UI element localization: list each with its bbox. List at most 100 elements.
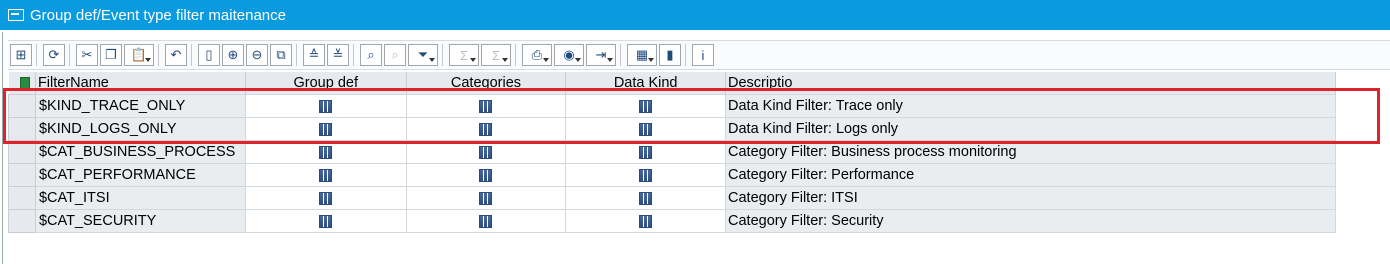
group-def-cell[interactable] bbox=[244, 140, 407, 164]
toolbar-separator bbox=[296, 44, 297, 66]
layout-settings-icon[interactable] bbox=[19, 77, 30, 90]
description-cell[interactable]: Data Kind Filter: Logs only bbox=[725, 117, 1336, 141]
table-details-icon[interactable] bbox=[319, 145, 333, 159]
table-row[interactable]: $CAT_SECURITY Category Filter: Security bbox=[8, 209, 1336, 233]
table-details-icon[interactable] bbox=[319, 214, 333, 228]
data-kind-cell[interactable] bbox=[565, 140, 726, 164]
group-def-cell[interactable] bbox=[244, 117, 407, 141]
table-details-icon[interactable] bbox=[479, 99, 493, 113]
description-cell[interactable]: Category Filter: Business process monito… bbox=[725, 140, 1336, 164]
views-button[interactable]: ◉ bbox=[554, 44, 584, 66]
table-details-icon[interactable] bbox=[319, 191, 333, 205]
filter-name-cell[interactable]: $KIND_TRACE_ONLY bbox=[34, 94, 246, 118]
column-header-filtername[interactable]: FilterName bbox=[35, 72, 246, 95]
table-details-icon[interactable] bbox=[319, 168, 333, 182]
table-row[interactable]: $KIND_LOGS_ONLY Data Kind Filter: Logs on… bbox=[8, 117, 1336, 141]
details-button[interactable]: ⊞ bbox=[10, 44, 32, 66]
table-details-icon[interactable] bbox=[479, 214, 493, 228]
data-kind-cell[interactable] bbox=[565, 163, 726, 187]
export-button[interactable]: ⇥ bbox=[586, 44, 616, 66]
data-kind-cell[interactable] bbox=[565, 117, 726, 141]
table-details-icon[interactable] bbox=[479, 122, 493, 136]
delete-row-button[interactable]: ⊖ bbox=[246, 44, 268, 66]
description-cell[interactable]: Category Filter: ITSI bbox=[725, 186, 1336, 210]
table-details-icon[interactable] bbox=[639, 99, 653, 113]
filter-name-cell[interactable]: $CAT_SECURITY bbox=[34, 209, 246, 233]
row-selector[interactable] bbox=[8, 94, 36, 118]
filter-button[interactable]: ⏷ bbox=[408, 44, 438, 66]
categories-cell[interactable] bbox=[405, 209, 567, 233]
group-def-cell[interactable] bbox=[244, 209, 407, 233]
sort-ascending-button[interactable]: ≙ bbox=[303, 44, 325, 66]
toolbar-separator bbox=[620, 44, 621, 66]
table-details-icon[interactable] bbox=[639, 191, 653, 205]
description-cell[interactable]: Data Kind Filter: Trace only bbox=[725, 94, 1336, 118]
row-selector[interactable] bbox=[8, 209, 36, 233]
copy-button[interactable]: ❐ bbox=[100, 44, 122, 66]
table-details-icon[interactable] bbox=[639, 122, 653, 136]
group-def-cell[interactable] bbox=[244, 163, 407, 187]
table-row[interactable]: $CAT_PERFORMANCE Category Filter: Perform… bbox=[8, 163, 1336, 187]
column-header-description[interactable]: Descriptio bbox=[725, 72, 1336, 95]
group-def-cell[interactable] bbox=[244, 186, 407, 210]
info-icon: i bbox=[701, 47, 705, 63]
table-details-icon[interactable] bbox=[479, 168, 493, 182]
column-header-categories[interactable]: Categories bbox=[406, 72, 567, 95]
data-kind-cell[interactable] bbox=[565, 209, 726, 233]
group-def-cell[interactable] bbox=[244, 94, 407, 118]
select-all-header[interactable] bbox=[8, 72, 36, 95]
delete-row-icon: ⊖ bbox=[251, 47, 263, 62]
filter-name-cell[interactable]: $CAT_BUSINESS_PROCESS bbox=[34, 140, 246, 164]
table-details-icon[interactable] bbox=[639, 214, 653, 228]
print-button[interactable]: ⎙ bbox=[522, 44, 552, 66]
table-details-icon[interactable] bbox=[639, 168, 653, 182]
data-kind-cell[interactable] bbox=[565, 94, 726, 118]
table-row[interactable]: $KIND_TRACE_ONLY Data Kind Filter: Trace … bbox=[8, 94, 1336, 118]
refresh-icon: ⟳ bbox=[48, 47, 60, 62]
find-next-button[interactable]: ⌕ bbox=[384, 44, 406, 66]
refresh-button[interactable]: ⟳ bbox=[43, 44, 65, 66]
graphic-button[interactable]: ▮ bbox=[659, 44, 681, 66]
subtotal-button[interactable]: Σ bbox=[481, 44, 511, 66]
graphic-icon: ▮ bbox=[666, 47, 674, 62]
window-menu-icon[interactable] bbox=[8, 9, 24, 21]
table-details-icon[interactable] bbox=[639, 145, 653, 159]
table-row[interactable]: $CAT_BUSINESS_PROCESS Category Filter: Bu… bbox=[8, 140, 1336, 164]
filter-name-cell[interactable]: $KIND_LOGS_ONLY bbox=[34, 117, 246, 141]
filter-name-cell[interactable]: $CAT_PERFORMANCE bbox=[34, 163, 246, 187]
cut-button[interactable]: ✂ bbox=[76, 44, 98, 66]
column-header-group-def[interactable]: Group def bbox=[245, 72, 407, 95]
new-row-button[interactable]: ▯ bbox=[198, 44, 220, 66]
categories-cell[interactable] bbox=[405, 163, 567, 187]
categories-cell[interactable] bbox=[405, 94, 567, 118]
layout-button[interactable]: ▦ bbox=[627, 44, 657, 66]
categories-cell[interactable] bbox=[405, 140, 567, 164]
details-icon: ⊞ bbox=[15, 47, 27, 62]
paste-button[interactable]: 📋 bbox=[124, 44, 154, 66]
row-selector[interactable] bbox=[8, 163, 36, 187]
find-next-icon: ⌕ bbox=[391, 47, 399, 62]
data-kind-cell[interactable] bbox=[565, 186, 726, 210]
row-selector[interactable] bbox=[8, 140, 36, 164]
sum-button[interactable]: Σ bbox=[449, 44, 479, 66]
table-details-icon[interactable] bbox=[479, 145, 493, 159]
categories-cell[interactable] bbox=[405, 117, 567, 141]
table-details-icon[interactable] bbox=[319, 99, 333, 113]
categories-cell[interactable] bbox=[405, 186, 567, 210]
undo-button[interactable]: ↶ bbox=[165, 44, 187, 66]
column-header-data-kind[interactable]: Data Kind bbox=[565, 72, 726, 95]
table-details-icon[interactable] bbox=[319, 122, 333, 136]
copy-row-button[interactable]: ⧉ bbox=[270, 44, 292, 66]
description-cell[interactable]: Category Filter: Security bbox=[725, 209, 1336, 233]
table-details-icon[interactable] bbox=[479, 191, 493, 205]
description-cell[interactable]: Category Filter: Performance bbox=[725, 163, 1336, 187]
table-row[interactable]: $CAT_ITSI Category Filter: ITSI bbox=[8, 186, 1336, 210]
info-button[interactable]: i bbox=[692, 44, 714, 66]
row-selector[interactable] bbox=[8, 186, 36, 210]
row-selector[interactable] bbox=[8, 117, 36, 141]
insert-row-button[interactable]: ⊕ bbox=[222, 44, 244, 66]
find-button[interactable]: ⌕ bbox=[360, 44, 382, 66]
sort-descending-button[interactable]: ≚ bbox=[327, 44, 349, 66]
toolbar-separator bbox=[69, 44, 70, 66]
filter-name-cell[interactable]: $CAT_ITSI bbox=[34, 186, 246, 210]
